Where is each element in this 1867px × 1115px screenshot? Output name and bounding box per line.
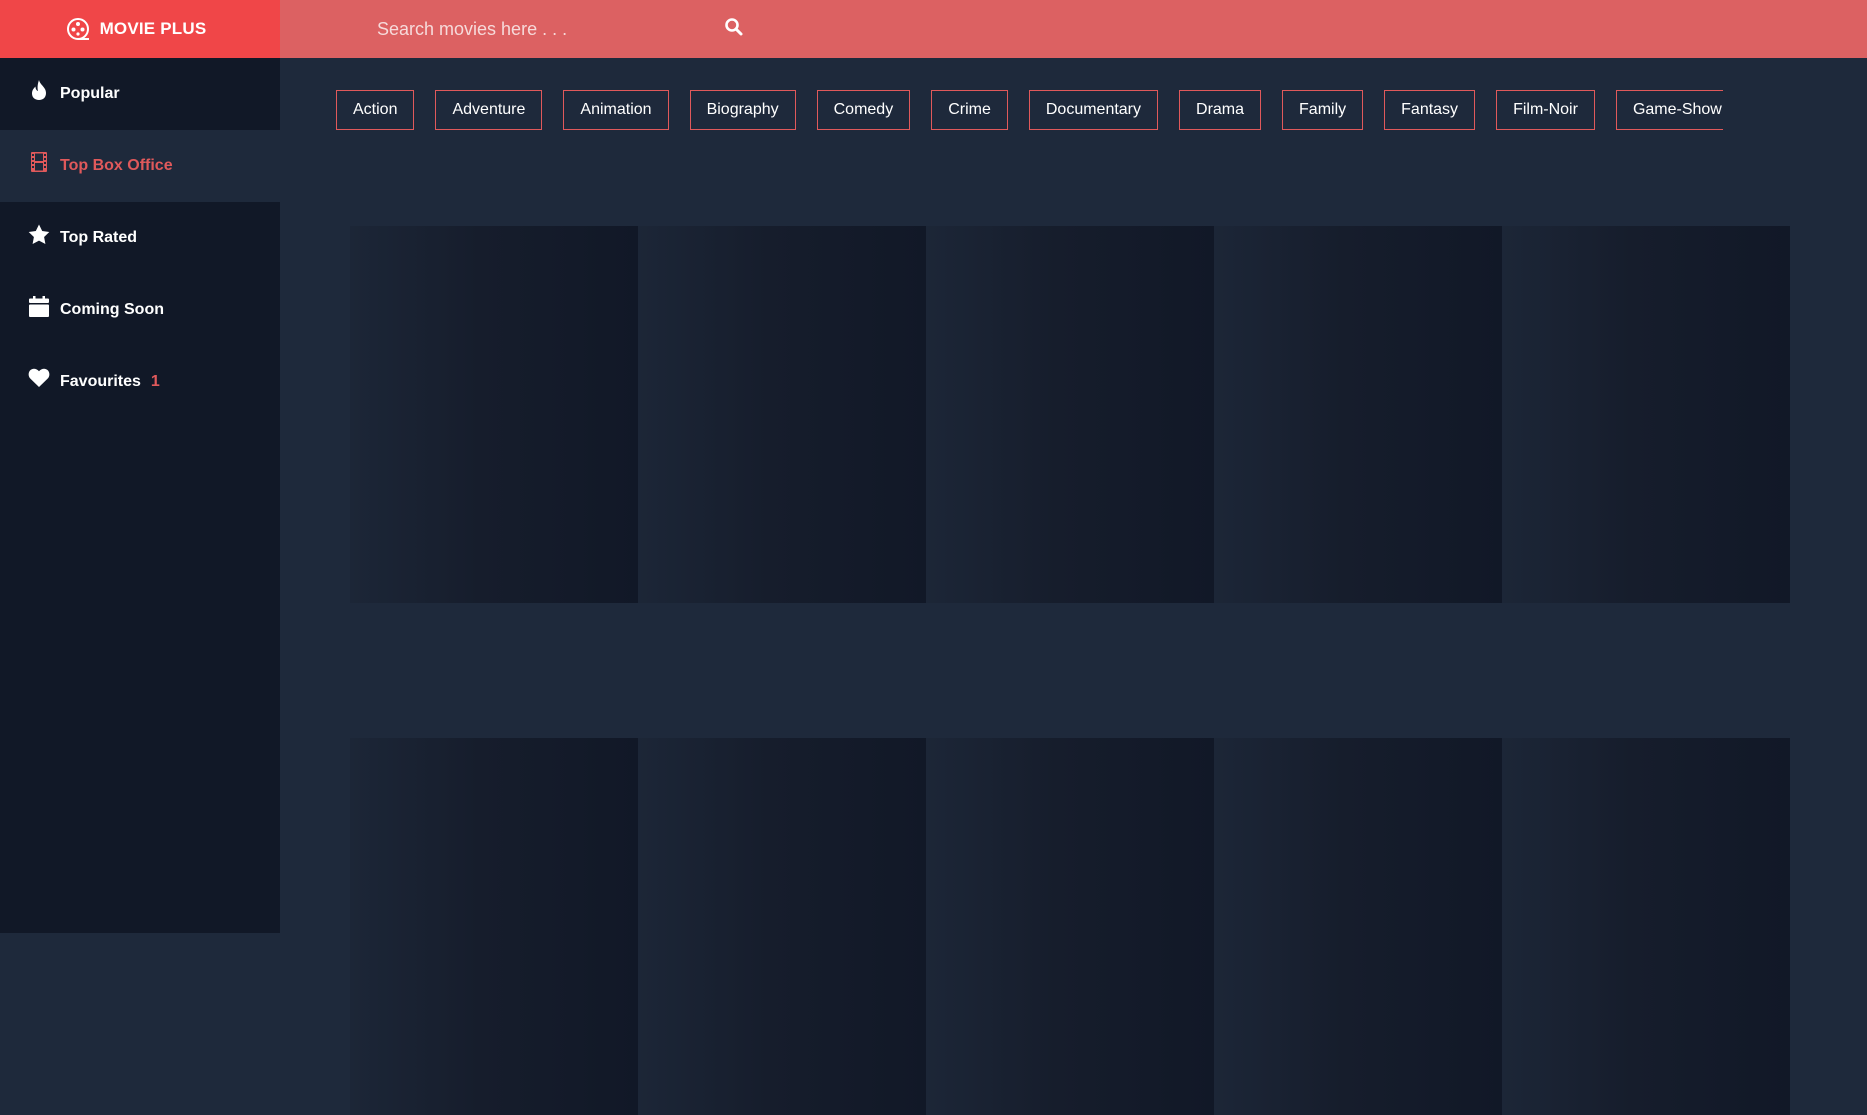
- genre-game-show[interactable]: Game-Show: [1615, 90, 1723, 130]
- sidebar-item-popular[interactable]: Popular: [0, 58, 280, 130]
- brand-logo[interactable]: MOVIE PLUS: [0, 0, 280, 58]
- movie-card-placeholder[interactable]: [638, 738, 926, 1115]
- genre-animation[interactable]: Animation: [563, 90, 669, 130]
- sidebar-item-coming-soon[interactable]: Coming Soon: [0, 274, 280, 346]
- movie-card-placeholder[interactable]: [638, 226, 926, 603]
- sidebar-item-label: Top Box Office: [60, 157, 173, 174]
- genre-adventure[interactable]: Adventure: [435, 90, 543, 130]
- sidebar-item-label: Favourites: [60, 373, 141, 390]
- heart-icon: [28, 367, 50, 389]
- genre-filter-bar: Action Adventure Animation Biography Comedy C…: [336, 90, 1723, 130]
- genre-biography[interactable]: Biography: [689, 90, 796, 130]
- movie-card-placeholder[interactable]: [1502, 738, 1790, 1115]
- brand-name: MOVIE PLUS: [99, 19, 207, 38]
- genre-drama[interactable]: Drama: [1179, 90, 1262, 130]
- genre-crime[interactable]: Crime: [931, 90, 1008, 130]
- sidebar-item-label: Popular: [60, 85, 120, 102]
- film-strip-icon: [28, 151, 50, 173]
- movie-card-placeholder[interactable]: [926, 226, 1214, 603]
- genre-action[interactable]: Action: [336, 90, 415, 130]
- genre-family[interactable]: Family: [1282, 90, 1364, 130]
- sidebar: Popular Top Box Office Top Rated Coming …: [0, 58, 280, 933]
- movie-card-placeholder[interactable]: [350, 226, 638, 603]
- favourites-count-badge: 1: [150, 373, 160, 390]
- sidebar-item-label: Coming Soon: [60, 301, 164, 318]
- sidebar-item-top-rated[interactable]: Top Rated: [0, 202, 280, 274]
- genre-comedy[interactable]: Comedy: [816, 90, 911, 130]
- flame-icon: [28, 79, 50, 101]
- genre-documentary[interactable]: Documentary: [1028, 90, 1159, 130]
- movie-card-placeholder[interactable]: [1502, 226, 1790, 603]
- sidebar-item-top-box-office[interactable]: Top Box Office: [0, 130, 280, 202]
- film-reel-icon: [66, 17, 90, 41]
- movie-card-placeholder[interactable]: [350, 738, 638, 1115]
- genre-fantasy[interactable]: Fantasy: [1384, 90, 1476, 130]
- genre-film-noir[interactable]: Film-Noir: [1496, 90, 1595, 130]
- star-icon: [28, 223, 50, 245]
- top-bar: MOVIE PLUS: [0, 0, 1867, 58]
- search-bar: [377, 0, 757, 58]
- movie-card-placeholder[interactable]: [926, 738, 1214, 1115]
- calendar-icon: [28, 295, 50, 317]
- sidebar-item-label: Top Rated: [60, 229, 138, 246]
- search-icon[interactable]: [724, 17, 744, 37]
- movie-card-placeholder[interactable]: [1214, 738, 1502, 1115]
- search-input[interactable]: [377, 18, 717, 40]
- movie-card-placeholder[interactable]: [1214, 226, 1502, 603]
- sidebar-item-favourites[interactable]: Favourites 1: [0, 346, 280, 418]
